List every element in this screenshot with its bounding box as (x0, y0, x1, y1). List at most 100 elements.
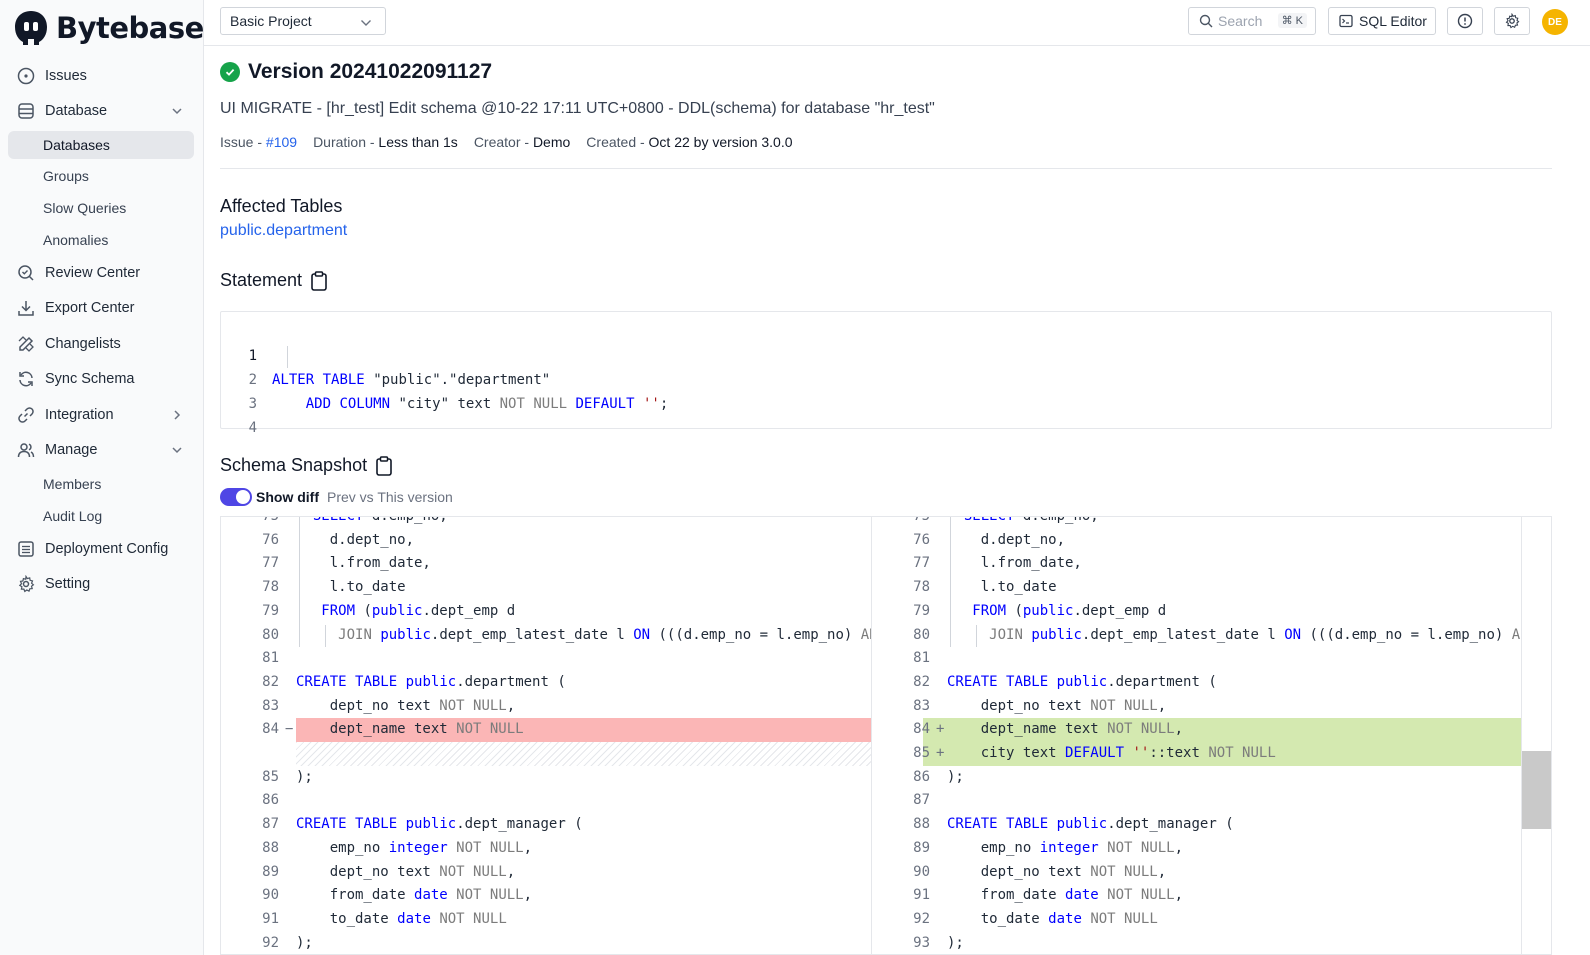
code-text: from_date date NOT NULL, (296, 887, 533, 904)
issue-link[interactable]: #109 (266, 134, 297, 150)
sidebar-item-review-center[interactable]: Review Center (8, 258, 194, 288)
code-text: dept_name text NOT NULL (296, 721, 524, 738)
line-number: 90 (913, 863, 930, 880)
sidebar-item-deployment-config[interactable]: Deployment Config (8, 534, 194, 564)
code-text: to_date date NOT NULL (947, 910, 1158, 927)
list-icon (16, 539, 36, 559)
diff-line: 92); (221, 932, 871, 954)
line-number: 77 (913, 555, 930, 572)
project-select-value: Basic Project (230, 13, 312, 29)
sidebar-item-label: Deployment Config (45, 541, 169, 557)
sidebar-item-anomalies[interactable]: Anomalies (8, 226, 194, 254)
search-shortcut: ⌘ K (1277, 13, 1307, 28)
code-text: l.to_date (296, 579, 406, 596)
sidebar-item-manage[interactable]: Manage (8, 435, 194, 465)
diff-line: 89 dept_no text NOT NULL, (221, 861, 871, 885)
line-number: 82 (913, 673, 930, 690)
code-text: dept_no text NOT NULL, (296, 697, 516, 714)
sidebar-item-changelists[interactable]: Changelists (8, 329, 194, 359)
search-check-icon (16, 263, 36, 283)
sidebar-item-setting[interactable]: Setting (8, 569, 194, 599)
indent-guide (299, 517, 300, 647)
code-text: ); (296, 768, 313, 785)
line-number: 79 (913, 602, 930, 619)
diff-pane-previous[interactable]: 75 SELECT d.emp_no, 76 d.dept_no, 77 l.f… (221, 517, 871, 954)
search-placeholder: Search (1218, 13, 1263, 29)
clipboard-icon[interactable] (310, 270, 328, 291)
statement-title: Statement (220, 270, 328, 291)
schema-snapshot-title: Schema Snapshot (220, 455, 393, 476)
line-number: 4 (248, 420, 257, 436)
removed-marker: − (285, 721, 294, 738)
version-description: UI MIGRATE - [hr_test] Edit schema @10-2… (220, 100, 935, 117)
sidebar-item-database[interactable]: Database (8, 96, 194, 126)
line-number: 89 (262, 863, 279, 880)
settings-button[interactable] (1494, 7, 1530, 35)
show-diff-row: Show diff Prev vs This version (220, 488, 453, 506)
code-text: to_date date NOT NULL (296, 910, 507, 927)
line-number: 83 (913, 697, 930, 714)
overview-viewport-slider[interactable] (1522, 751, 1551, 829)
code-text: dept_no text NOT NULL, (947, 863, 1167, 880)
code-line: 1 ALTER TABLE "public"."department" (221, 320, 551, 388)
diff-line: 81 (221, 647, 871, 671)
help-button[interactable] (1447, 7, 1483, 35)
schema-snapshot-title-text: Schema Snapshot (220, 455, 368, 475)
indent-guide (976, 625, 977, 647)
line-number: 82 (262, 673, 279, 690)
diff-pane-current[interactable]: 75 SELECT d.emp_no, 76 d.dept_no, 77 l.f… (871, 517, 1521, 954)
sidebar-item-databases[interactable]: Databases (8, 131, 194, 159)
line-number: 89 (913, 839, 930, 856)
avatar[interactable]: DE (1542, 9, 1568, 35)
diff-line: 85); (221, 766, 871, 790)
meta-created-label: Created - (586, 134, 649, 150)
clipboard-icon[interactable] (375, 455, 393, 476)
line-number: 85 (913, 745, 930, 761)
diff-line: 90 from_date date NOT NULL, (221, 884, 871, 908)
top-bar: Basic Project Search ⌘ K SQL Editor DE (204, 0, 1590, 46)
schema-diff-editor[interactable]: 75 SELECT d.emp_no, 76 d.dept_no, 77 l.f… (220, 516, 1552, 955)
show-diff-toggle[interactable] (220, 488, 252, 506)
sidebar: Bytebase Issues Database Databases Group… (0, 0, 204, 955)
sql-editor-button[interactable]: SQL Editor (1328, 7, 1436, 35)
hatch-placeholder (296, 742, 871, 766)
statement-editor[interactable]: 1 ALTER TABLE "public"."department" 2 AD… (220, 311, 1552, 436)
sidebar-item-label: Review Center (45, 265, 141, 281)
sidebar-item-groups[interactable]: Groups (8, 162, 194, 190)
sidebar-item-export-center[interactable]: Export Center (8, 293, 194, 323)
code-text: d.dept_no, (296, 531, 415, 548)
meta-duration-value: Less than 1s (378, 134, 458, 150)
sidebar-item-issues[interactable]: Issues (8, 61, 194, 91)
line-number: 84 (262, 721, 279, 738)
line-number: 78 (262, 579, 279, 596)
code-line: 2 ADD COLUMN "city" text NOT NULL DEFAUL… (221, 344, 669, 412)
diff-line: 79 FROM (public.dept_emp d (872, 600, 1521, 624)
sidebar-item-slow-queries[interactable]: Slow Queries (8, 194, 194, 222)
sidebar-item-audit-log[interactable]: Audit Log (8, 502, 194, 530)
sidebar-item-sync-schema[interactable]: Sync Schema (8, 364, 194, 394)
diff-overview-ruler[interactable] (1521, 517, 1551, 954)
diff-subtitle: Prev vs This version (327, 489, 453, 505)
diff-line: 90 dept_no text NOT NULL, (872, 861, 1521, 885)
line-number: 75 (243, 517, 279, 529)
code-text: ); (947, 768, 964, 785)
code-text: l.from_date, (947, 555, 1082, 572)
search-button[interactable]: Search ⌘ K (1188, 7, 1316, 35)
divider (220, 168, 1552, 169)
diff-line: 75 SELECT d.emp_no, (221, 517, 871, 529)
code-line: 3 (221, 368, 272, 412)
line-number: 90 (262, 887, 279, 904)
sidebar-item-members[interactable]: Members (8, 470, 194, 498)
bytebase-logo[interactable]: Bytebase (12, 8, 204, 48)
sidebar-item-label: Database (45, 103, 108, 119)
code-text: l.from_date, (296, 555, 431, 572)
diff-line: 81 (872, 647, 1521, 671)
affected-table-link[interactable]: public.department (220, 222, 347, 240)
meta-duration: Duration - Less than 1s (313, 134, 458, 150)
project-select[interactable]: Basic Project (220, 7, 386, 35)
diff-line: 80 JOIN public.dept_emp_latest_date l ON… (872, 624, 1521, 648)
meta-created-value: Oct 22 by version 3.0.0 (648, 134, 793, 150)
toggle-knob (236, 490, 250, 504)
sidebar-item-integration[interactable]: Integration (8, 400, 194, 430)
line-number: 80 (262, 626, 279, 643)
